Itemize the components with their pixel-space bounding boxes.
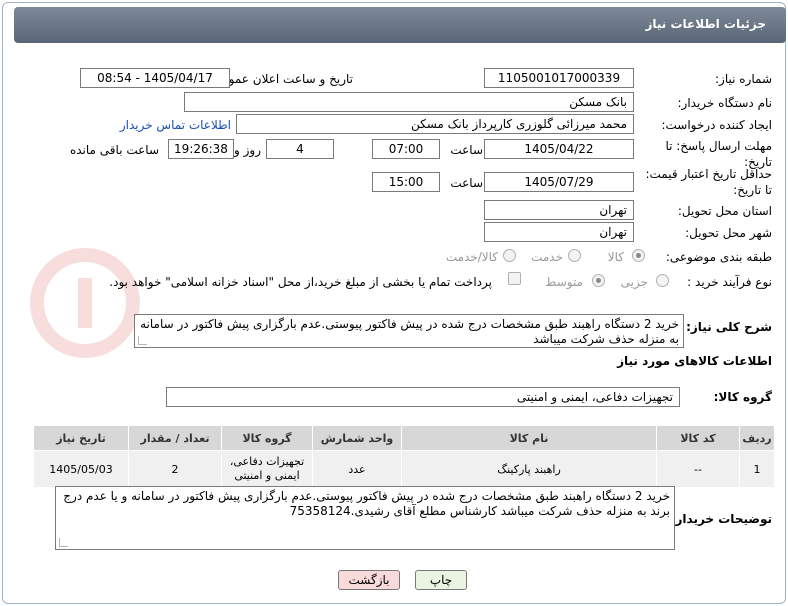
table-row: 1 -- راهبند پارکینگ عدد تجهیزات دفاعی، ا…	[33, 450, 775, 488]
col-code: کد کالا	[656, 425, 740, 451]
buyer-notes-label: توضیحات خریدار:	[670, 512, 772, 526]
treasury-payment-checkbox[interactable]	[508, 272, 521, 285]
goods-group-label: گروه کالا:	[713, 390, 772, 404]
validity-date-field: 1405/07/29	[484, 172, 634, 192]
remaining-days-field: 4	[266, 139, 334, 159]
buyer-org-field: بانک مسکن	[184, 92, 634, 112]
col-group: گروه کالا	[221, 425, 313, 451]
buyer-org-label: نام دستگاه خریدار:	[677, 96, 773, 110]
process-type-label: نوع فرآیند خرید :	[687, 275, 772, 289]
cell-unit: عدد	[312, 450, 402, 488]
resize-grip-icon[interactable]	[138, 336, 147, 345]
category-option-goods: کالا	[607, 250, 624, 264]
buyer-notes-textarea: خرید 2 دستگاه راهبند طبق مشخصات درج شده …	[55, 486, 675, 550]
category-label: طبقه بندی موضوعی:	[665, 250, 772, 264]
creator-label: ایجاد کننده درخواست:	[661, 118, 772, 132]
reply-time-field: 07:00	[372, 139, 440, 159]
treasury-payment-note: پرداخت تمام یا بخشی از مبلغ خرید،از محل …	[109, 275, 492, 289]
cell-date: 1405/05/03	[33, 450, 129, 488]
resize-grip-icon[interactable]	[59, 538, 68, 547]
category-radio-service[interactable]	[568, 249, 581, 262]
remaining-time-label: ساعت باقی مانده	[69, 143, 159, 157]
city-field: تهران	[484, 222, 634, 242]
cell-code: --	[656, 450, 740, 488]
page-title: جزئیات اطلاعات نیاز	[645, 17, 766, 31]
page-header: جزئیات اطلاعات نیاز	[14, 7, 786, 43]
category-radio-goods[interactable]	[632, 249, 645, 262]
description-label: شرح کلی نیاز:	[686, 320, 772, 334]
process-radio-medium[interactable]	[592, 274, 605, 287]
city-label: شهر محل تحویل:	[685, 226, 772, 240]
col-unit: واحد شمارش	[312, 425, 402, 451]
cell-name: راهبند پارکینگ	[401, 450, 657, 488]
process-option-minor: جزیی	[620, 275, 648, 289]
col-name: نام کالا	[401, 425, 657, 451]
remaining-time-field: 19:26:38	[168, 139, 234, 159]
category-radio-goods-service[interactable]	[503, 249, 516, 262]
category-option-goods-service: کالا/خدمت	[445, 250, 498, 264]
cell-row: 1	[739, 450, 775, 488]
days-label: روز و	[234, 143, 261, 157]
goods-table-header: ردیف کد کالا نام کالا واحد شمارش گروه کا…	[33, 425, 775, 451]
buyer-notes-text: خرید 2 دستگاه راهبند طبق مشخصات درج شده …	[63, 489, 670, 518]
col-row: ردیف	[739, 425, 775, 451]
category-option-service: خدمت	[531, 250, 563, 264]
description-textarea: خرید 2 دستگاه راهبند طبق مشخصات درج شده …	[134, 314, 684, 348]
cell-group: تجهیزات دفاعی، ایمنی و امنیتی	[221, 450, 313, 488]
announce-date-field: 1405/04/17 - 08:54	[80, 68, 230, 88]
creator-field: محمد میرزائی گلوزری کارپرداز بانک مسکن	[236, 114, 634, 134]
back-button[interactable]: بازگشت	[338, 570, 400, 590]
province-label: استان محل تحویل:	[677, 204, 772, 218]
col-date: تاریخ نیاز	[33, 425, 129, 451]
buyer-contact-link[interactable]: اطلاعات تماس خریدار	[120, 118, 231, 132]
validity-time-label: ساعت	[450, 176, 483, 190]
print-button[interactable]: چاپ	[415, 570, 467, 590]
description-text: خرید 2 دستگاه راهبند طبق مشخصات درج شده …	[140, 317, 679, 346]
col-qty: تعداد / مقدار	[128, 425, 222, 451]
reply-time-label: ساعت	[450, 143, 483, 157]
cell-qty: 2	[128, 450, 222, 488]
goods-group-field: تجهیزات دفاعی، ایمنی و امنیتی	[166, 387, 680, 407]
goods-table: ردیف کد کالا نام کالا واحد شمارش گروه کا…	[33, 425, 775, 488]
goods-section-title: اطلاعات کالاهای مورد نیاز	[617, 354, 772, 368]
reply-date-field: 1405/04/22	[484, 139, 634, 159]
price-validity-label: حداقل تاریخ اعتبار قیمت: تا تاریخ:	[645, 167, 772, 197]
process-radio-minor[interactable]	[656, 274, 669, 287]
need-number-label: شماره نیاز:	[715, 72, 772, 86]
need-number-field: 1105001017000339	[484, 68, 634, 88]
province-field: تهران	[484, 200, 634, 220]
process-option-medium: متوسط	[545, 275, 583, 289]
validity-time-field: 15:00	[372, 172, 440, 192]
